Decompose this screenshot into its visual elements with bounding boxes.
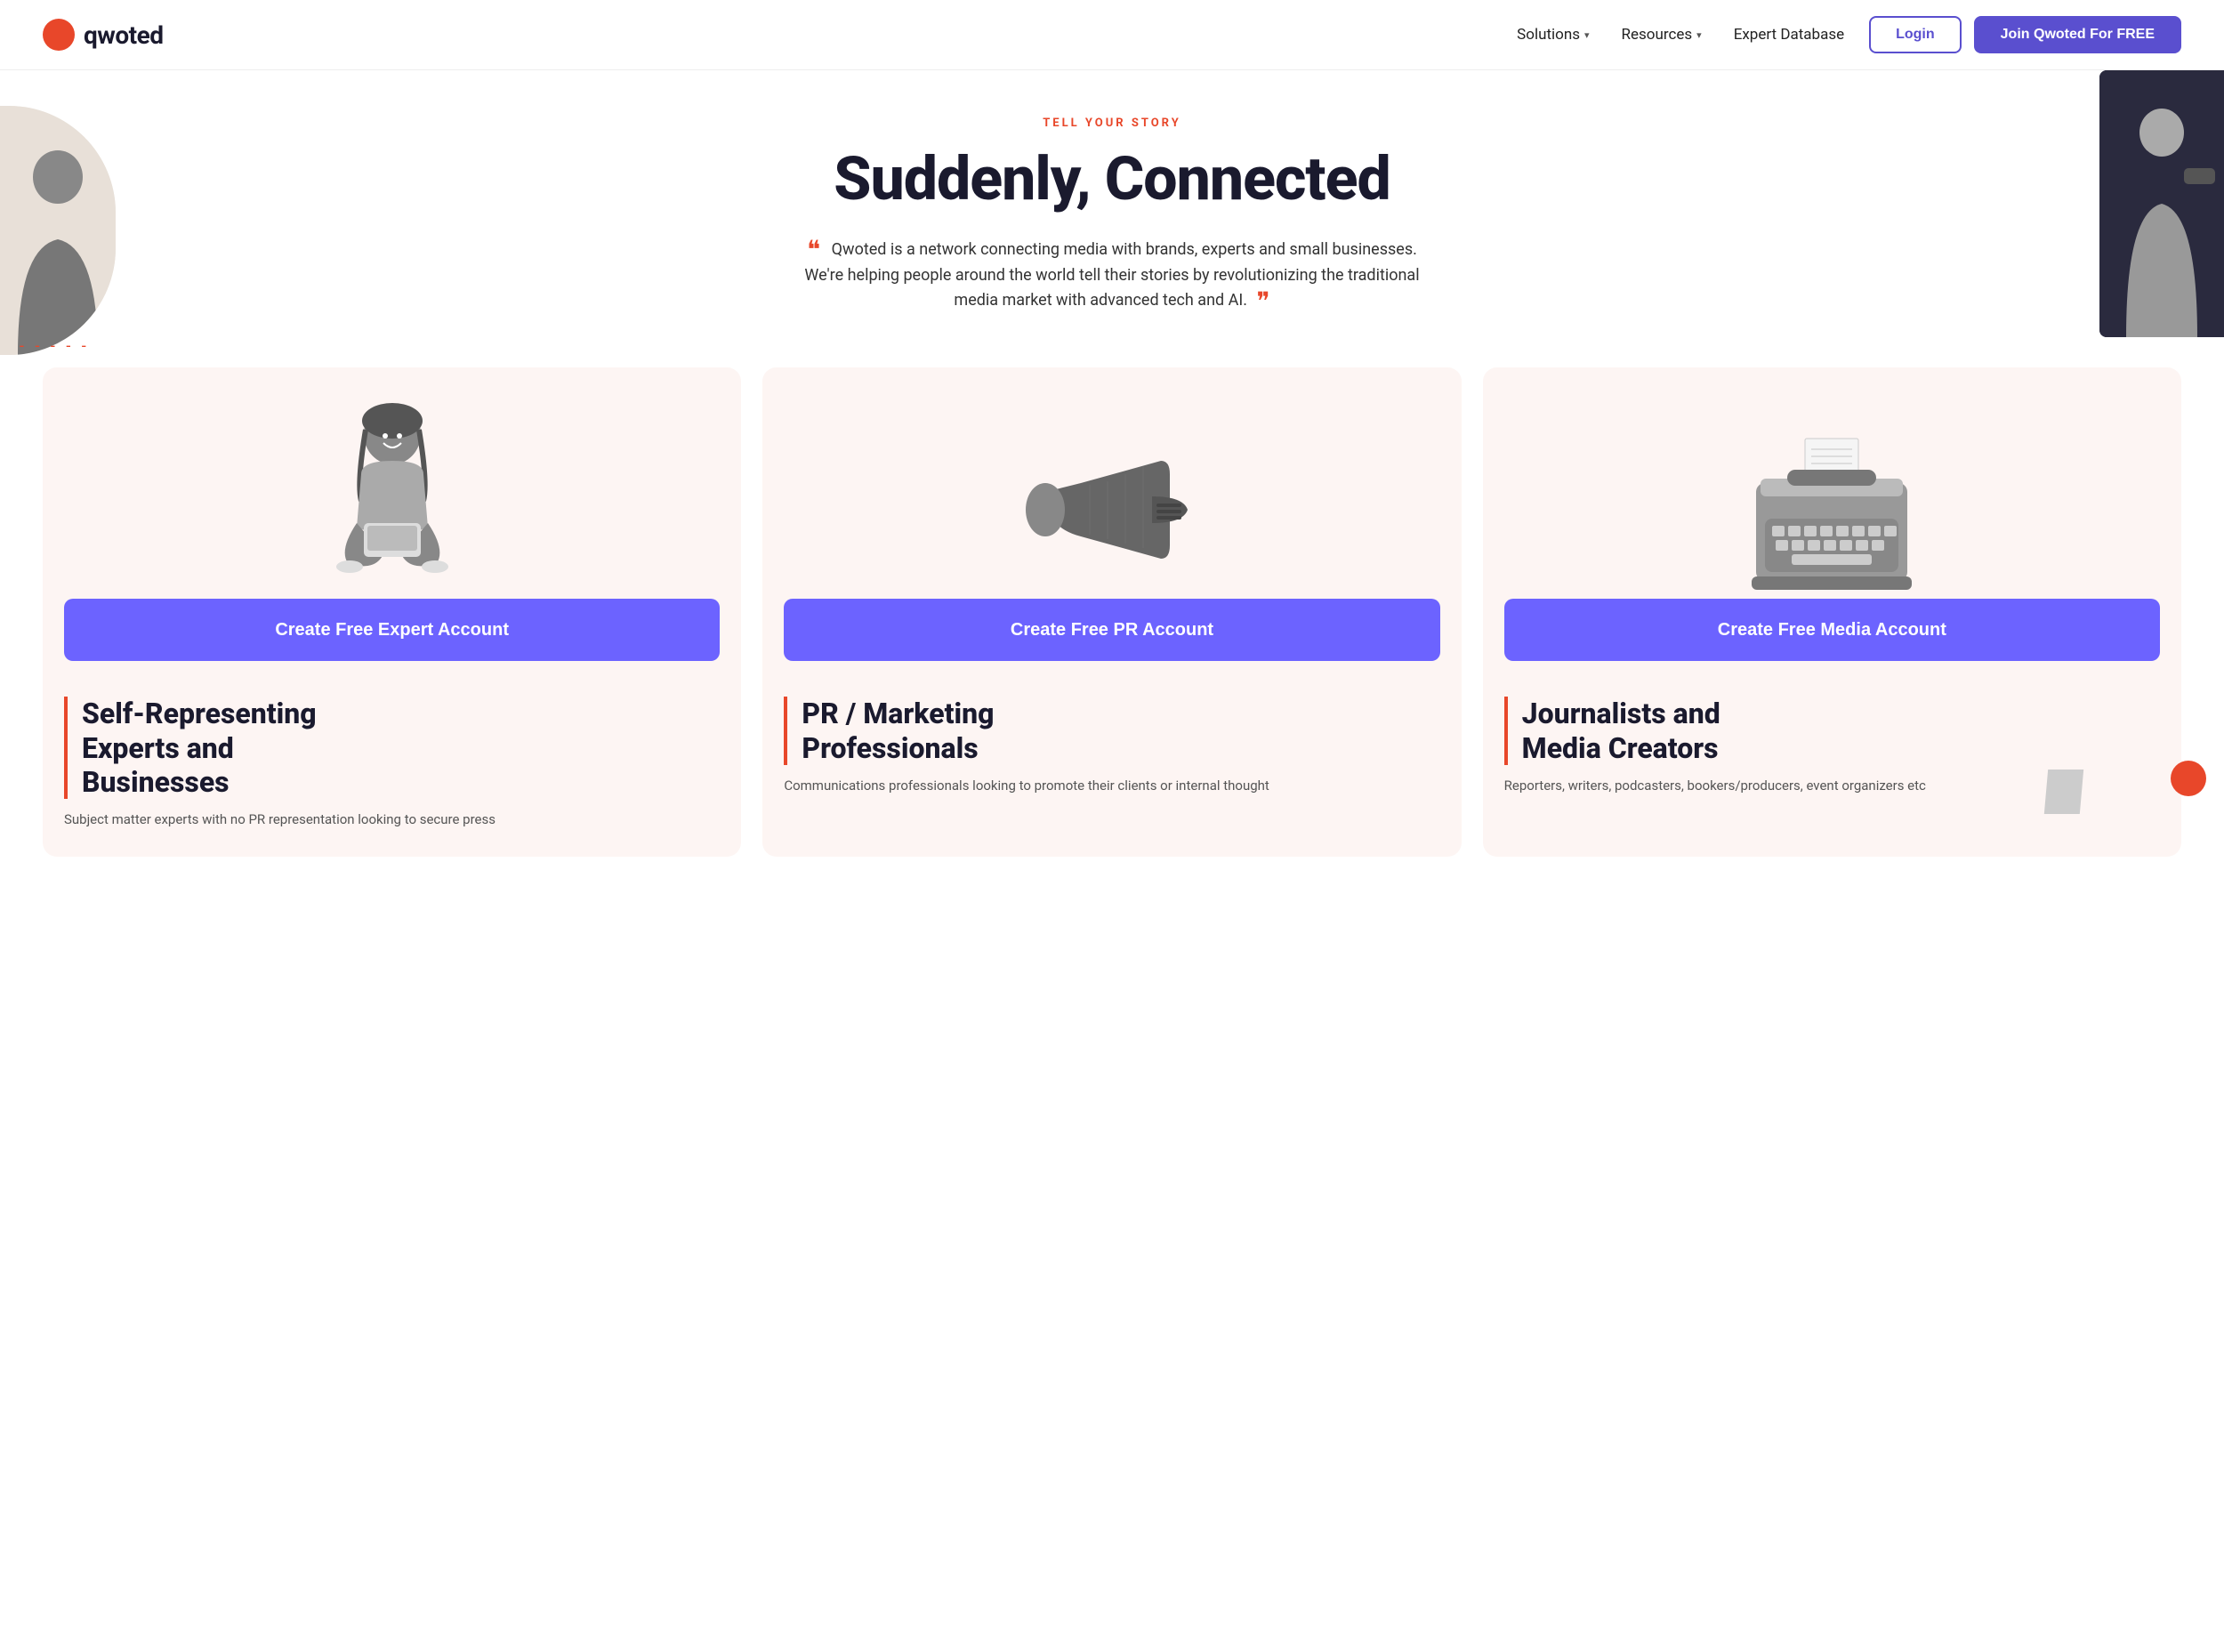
main-nav: qwoted Solutions ▾ Resources ▾ Expert Da…: [0, 0, 2224, 70]
hero-title: Suddenly, Connected: [43, 146, 2181, 213]
expert-card: Create Free Expert Account Self-Represen…: [43, 367, 741, 857]
expert-category-title: Self-RepresentingExperts andBusinesses: [82, 697, 720, 799]
logo-icon: [43, 19, 75, 51]
expert-card-image: [43, 367, 741, 599]
expert-description: Subject matter experts with no PR repres…: [64, 810, 720, 830]
media-category: Journalists andMedia Creators: [1504, 697, 2160, 765]
create-media-account-button[interactable]: Create Free Media Account: [1504, 599, 2160, 661]
hero-section: - - - - - TELL YOUR STORY Suddenly, Conn…: [0, 70, 2224, 314]
decorative-circle: [2171, 761, 2206, 796]
nav-resources[interactable]: Resources ▾: [1622, 26, 1702, 44]
pr-card-image: [762, 367, 1461, 599]
hero-description: ❝ Qwoted is a network connecting media w…: [801, 238, 1423, 314]
create-expert-account-button[interactable]: Create Free Expert Account: [64, 599, 720, 661]
join-button[interactable]: Join Qwoted For FREE: [1974, 16, 2181, 53]
cards-section: Create Free Expert Account Self-Represen…: [0, 357, 2224, 867]
hero-left-image: [0, 106, 116, 355]
nav-solutions[interactable]: Solutions ▾: [1517, 26, 1589, 44]
hero-right-image: [2099, 70, 2224, 337]
media-category-title: Journalists andMedia Creators: [1522, 697, 2160, 765]
nav-links: Solutions ▾ Resources ▾ Expert Database: [1517, 26, 1844, 44]
create-pr-account-button[interactable]: Create Free PR Account: [784, 599, 1439, 661]
close-quote-icon: ❞: [1257, 286, 1270, 316]
logo-text: qwoted: [84, 20, 164, 50]
pr-category: PR / MarketingProfessionals: [784, 697, 1439, 765]
logo[interactable]: qwoted: [43, 19, 164, 51]
chevron-down-icon: ▾: [1696, 29, 1702, 41]
pr-description: Communications professionals looking to …: [784, 776, 1439, 796]
decorative-rectangle: [2044, 770, 2083, 814]
decorative-dashes: - - - - -: [20, 337, 90, 356]
pr-category-title: PR / MarketingProfessionals: [802, 697, 1439, 765]
pr-card: Create Free PR Account PR / MarketingPro…: [762, 367, 1461, 857]
login-button[interactable]: Login: [1869, 16, 1962, 53]
expert-category: Self-RepresentingExperts andBusinesses: [64, 697, 720, 799]
open-quote-icon: ❝: [807, 235, 820, 264]
hero-tagline: TELL YOUR STORY: [43, 117, 2181, 130]
nav-expert-db[interactable]: Expert Database: [1734, 26, 1844, 44]
chevron-down-icon: ▾: [1584, 29, 1590, 41]
media-card-image: [1483, 367, 2181, 599]
